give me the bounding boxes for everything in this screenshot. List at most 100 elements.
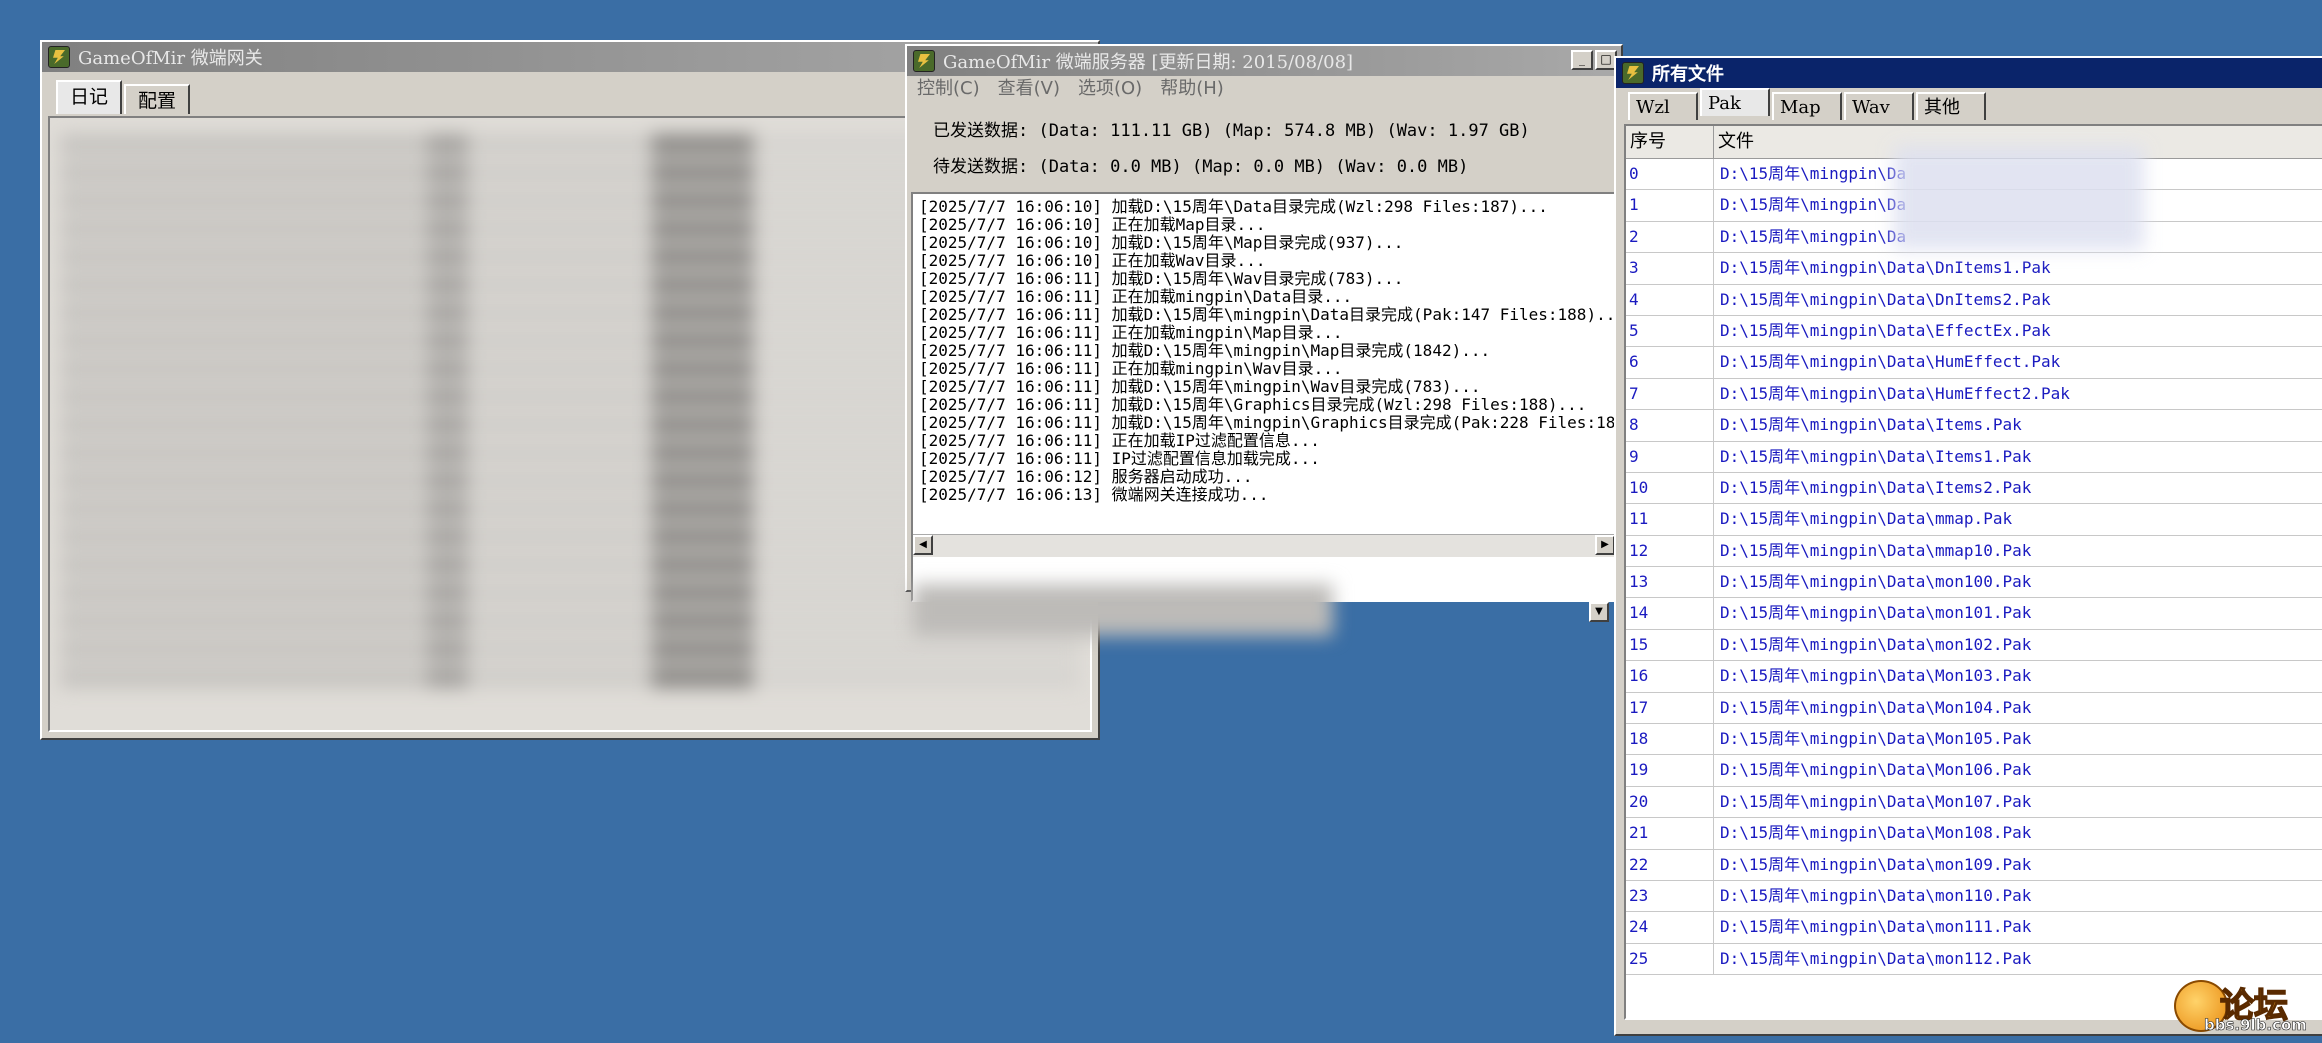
row-index: 11: [1626, 504, 1714, 535]
log-line: [2025/7/7 16:06:10] 加载D:\15周年\Data目录完成(W…: [919, 197, 1548, 216]
row-index: 8: [1626, 410, 1714, 441]
log-line: [2025/7/7 16:06:11] 正在加载mingpin\Map目录...: [919, 323, 1343, 342]
log-line: [2025/7/7 16:06:11] 加载D:\15周年\Wav目录完成(78…: [919, 269, 1404, 288]
row-file-path: D:\15周年\mingpin\Data\mon111.Pak: [1720, 917, 2032, 937]
tab-pak[interactable]: Pak: [1700, 88, 1770, 116]
row-file-path: D:\15周年\mingpin\Data\Items1.Pak: [1720, 446, 2032, 466]
row-file-path: D:\15周年\mingpin\Data\Mon106.Pak: [1720, 760, 2032, 780]
files-tabs: Wzl Pak Map Wav 其他: [1628, 88, 1988, 120]
row-file-path: D:\15周年\mingpin\Data\Items.Pak: [1720, 415, 2022, 435]
table-row[interactable]: 3 D:\15周年\mingpin\Data\DnItems1.Pak: [1626, 253, 2322, 285]
column-index-header[interactable]: 序号: [1626, 126, 1714, 158]
scroll-right-arrow-icon[interactable]: ▶: [1595, 535, 1615, 555]
row-index: 23: [1626, 880, 1714, 912]
server-title: GameOfMir 微端服务器 [更新日期: 2015/08/08]: [943, 52, 1354, 73]
table-row[interactable]: 20 D:\15周年\mingpin\Data\Mon107.Pak: [1626, 786, 2322, 819]
row-file-path: D:\15周年\mingpin\Data\Mon108.Pak: [1720, 823, 2032, 843]
blurred-overlay: [1894, 146, 2144, 250]
log-line: [2025/7/7 16:06:11] 加载D:\15周年\mingpin\Ma…: [919, 341, 1491, 360]
row-file-path: D:\15周年\mingpin\Da: [1720, 164, 1907, 183]
row-file-path: D:\15周年\mingpin\Data\mon112.Pak: [1720, 948, 2032, 968]
row-file-path: D:\15周年\mingpin\Data\Items2.Pak: [1720, 477, 2032, 497]
tab-other[interactable]: 其他: [1916, 92, 1986, 120]
row-index: 19: [1626, 755, 1714, 786]
table-row[interactable]: 23 D:\15周年\mingpin\Data\mon110.Pak: [1626, 880, 2322, 913]
table-row[interactable]: 25 D:\15周年\mingpin\Data\mon112.Pak: [1626, 943, 2322, 976]
scroll-left-arrow-icon[interactable]: ◀: [913, 535, 933, 555]
table-row[interactable]: 16 D:\15周年\mingpin\Data\Mon103.Pak: [1626, 661, 2322, 693]
server-log-box[interactable]: [2025/7/7 16:06:10] 加载D:\15周年\Data目录完成(W…: [911, 192, 1617, 636]
row-file-path: D:\15周年\mingpin\Data\EffectEx.Pak: [1720, 320, 2051, 340]
log-line: [2025/7/7 16:06:11] 加载D:\15周年\mingpin\Gr…: [919, 413, 1615, 432]
menu-view[interactable]: 查看(V): [998, 76, 1060, 102]
table-row[interactable]: 10 D:\15周年\mingpin\Data\Items2.Pak: [1626, 472, 2322, 505]
gateway-tabs: 日记 配置: [56, 80, 192, 114]
blurred-strip: [913, 584, 1333, 636]
row-index: 25: [1626, 943, 1714, 975]
row-index: 16: [1626, 661, 1714, 692]
row-index: 24: [1626, 912, 1714, 943]
file-list[interactable]: 序号 文件 0 D:\15周年\mingpin\Da 1 D:\15周年\mingpi…: [1624, 124, 2322, 1020]
table-row[interactable]: 13 D:\15周年\mingpin\Data\mon100.Pak: [1626, 567, 2322, 599]
row-index: 14: [1626, 598, 1714, 629]
row-file-path: D:\15周年\mingpin\Data\mon109.Pak: [1720, 854, 2032, 874]
files-title-bar[interactable]: 所有文件: [1616, 58, 2322, 88]
row-file-path: D:\15周年\mingpin\Data\mmap10.Pak: [1720, 540, 2032, 560]
row-index: 0: [1626, 159, 1714, 190]
row-file-path: D:\15周年\mingpin\Data\mon102.Pak: [1720, 634, 2032, 654]
server-log-text: [2025/7/7 16:06:10] 加载D:\15周年\Data目录完成(W…: [913, 194, 1615, 542]
log-line: [2025/7/7 16:06:12] 服务器启动成功...: [919, 467, 1253, 486]
table-row[interactable]: 8 D:\15周年\mingpin\Data\Items.Pak: [1626, 410, 2322, 442]
table-row[interactable]: 9 D:\15周年\mingpin\Data\Items1.Pak: [1626, 441, 2322, 473]
row-index: 2: [1626, 221, 1714, 253]
log-horizontal-scrollbar[interactable]: ◀ ▶: [913, 534, 1615, 557]
row-file-path: D:\15周年\mingpin\Data\mon101.Pak: [1720, 603, 2032, 623]
file-rows: 0 D:\15周年\mingpin\Da 1 D:\15周年\mingpin\Da 2 D…: [1626, 159, 2322, 976]
tab-wzl[interactable]: Wzl: [1628, 92, 1698, 120]
log-line: [2025/7/7 16:06:10] 正在加载Wav目录...: [919, 251, 1266, 270]
table-row[interactable]: 7 D:\15周年\mingpin\Data\HumEffect2.Pak: [1626, 378, 2322, 411]
row-index: 22: [1626, 849, 1714, 880]
table-row[interactable]: 21 D:\15周年\mingpin\Data\Mon108.Pak: [1626, 818, 2322, 850]
app-icon: [913, 50, 935, 72]
tab-log[interactable]: 日记: [56, 80, 123, 114]
log-line: [2025/7/7 16:06:11] 正在加载mingpin\Wav目录...: [919, 359, 1343, 378]
menu-help[interactable]: 帮助(H): [1160, 76, 1224, 102]
table-row[interactable]: 15 D:\15周年\mingpin\Data\mon102.Pak: [1626, 629, 2322, 662]
table-row[interactable]: 12 D:\15周年\mingpin\Data\mmap10.Pak: [1626, 535, 2322, 568]
row-index: 3: [1626, 253, 1714, 284]
log-line: [2025/7/7 16:06:11] 加载D:\15周年\Graphics目录…: [919, 395, 1587, 414]
table-row[interactable]: 19 D:\15周年\mingpin\Data\Mon106.Pak: [1626, 755, 2322, 787]
row-file-path: D:\15周年\mingpin\Data\Mon104.Pak: [1720, 697, 2032, 717]
row-index: 21: [1626, 818, 1714, 849]
files-title: 所有文件: [1652, 64, 1724, 85]
server-window[interactable]: GameOfMir 微端服务器 [更新日期: 2015/08/08] _ □ 控…: [905, 44, 1623, 636]
table-row[interactable]: 22 D:\15周年\mingpin\Data\mon109.Pak: [1626, 849, 2322, 881]
log-line: [2025/7/7 16:06:11] 正在加载mingpin\Data目录..…: [919, 287, 1353, 306]
row-index: 18: [1626, 724, 1714, 755]
pending-data-label: 待发送数据: (Data: 0.0 MB) (Map: 0.0 MB) (Wav…: [933, 157, 1469, 177]
table-row[interactable]: 11 D:\15周年\mingpin\Data\mmap.Pak: [1626, 504, 2322, 536]
row-file-path: D:\15周年\mingpin\Da: [1720, 195, 1907, 215]
server-title-bar[interactable]: GameOfMir 微端服务器 [更新日期: 2015/08/08] _ □: [907, 46, 1621, 76]
row-index: 12: [1626, 535, 1714, 567]
tab-wav[interactable]: Wav: [1844, 92, 1914, 120]
table-row[interactable]: 14 D:\15周年\mingpin\Data\mon101.Pak: [1626, 598, 2322, 630]
log-line: [2025/7/7 16:06:10] 加载D:\15周年\Map目录完成(93…: [919, 233, 1404, 252]
table-row[interactable]: 17 D:\15周年\mingpin\Data\Mon104.Pak: [1626, 692, 2322, 725]
scroll-down-arrow-icon[interactable]: ▼: [1589, 602, 1609, 622]
row-index: 15: [1626, 629, 1714, 661]
row-index: 13: [1626, 567, 1714, 598]
tab-config[interactable]: 配置: [124, 84, 191, 114]
table-row[interactable]: 6 D:\15周年\mingpin\Data\HumEffect.Pak: [1626, 347, 2322, 379]
minimize-icon[interactable]: _: [1571, 50, 1593, 70]
table-row[interactable]: 24 D:\15周年\mingpin\Data\mon111.Pak: [1626, 912, 2322, 944]
table-row[interactable]: 4 D:\15周年\mingpin\Data\DnItems2.Pak: [1626, 284, 2322, 316]
menu-control[interactable]: 控制(C): [917, 76, 980, 102]
table-row[interactable]: 18 D:\15周年\mingpin\Data\Mon105.Pak: [1626, 724, 2322, 756]
menu-options[interactable]: 选项(O): [1078, 76, 1142, 102]
tab-map[interactable]: Map: [1772, 92, 1842, 120]
row-file-path: D:\15周年\mingpin\Data\HumEffect.Pak: [1720, 352, 2061, 372]
row-index: 17: [1626, 692, 1714, 724]
table-row[interactable]: 5 D:\15周年\mingpin\Data\EffectEx.Pak: [1626, 315, 2322, 348]
